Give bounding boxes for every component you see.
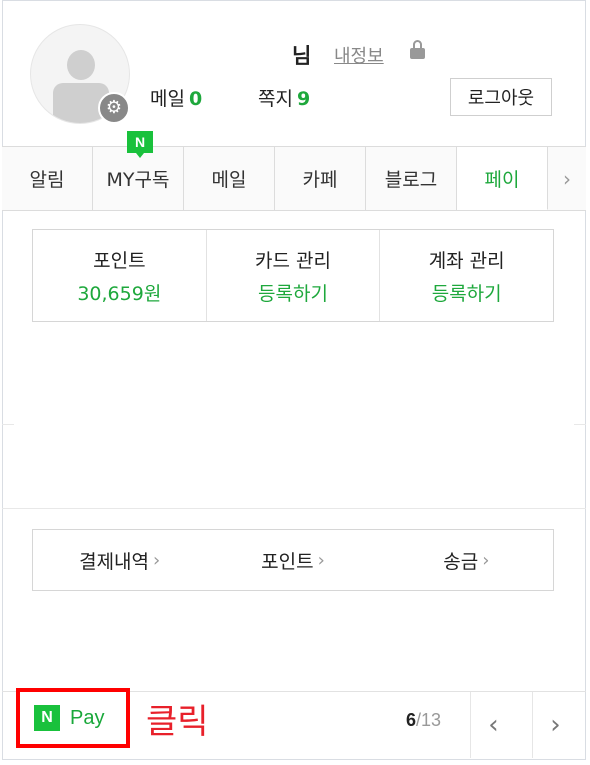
mail-stat[interactable]: 메일 0 <box>150 84 202 111</box>
myinfo-link[interactable]: 내정보 <box>334 42 384 68</box>
tabs-next-icon[interactable]: › <box>548 147 586 210</box>
naver-logo-icon: N <box>34 705 60 731</box>
card-manage-label: 카드 관리 <box>255 249 331 272</box>
service-tabs: 알림 MY구독 메일 카페 블로그 페이 › <box>2 146 586 211</box>
payment-history-link[interactable]: 결제내역 › <box>33 530 206 590</box>
divider <box>2 424 14 425</box>
tab-cafe[interactable]: 카페 <box>275 147 366 210</box>
tab-blog[interactable]: 블로그 <box>366 147 457 210</box>
note-stat[interactable]: 쪽지 9 <box>258 84 310 111</box>
username: 님 <box>292 44 312 68</box>
point-value: 30,659원 <box>77 282 162 305</box>
note-label: 쪽지 <box>258 88 293 110</box>
mail-label: 메일 <box>150 88 185 110</box>
npay-button[interactable]: N Pay <box>16 688 130 748</box>
npay-label: Pay <box>70 706 105 729</box>
point-link[interactable]: 포인트 › <box>206 530 379 590</box>
account-register-link[interactable]: 등록하기 <box>432 279 502 306</box>
point-cell[interactable]: 포인트 30,659원 <box>33 230 207 321</box>
tab-alarm[interactable]: 알림 <box>2 147 93 210</box>
note-count: 9 <box>296 88 311 110</box>
chevron-left-icon[interactable]: ‹ <box>470 692 516 758</box>
tab-pay[interactable]: 페이 <box>457 147 548 210</box>
tab-mail[interactable]: 메일 <box>184 147 275 210</box>
divider <box>2 508 586 509</box>
point-label: 포인트 <box>93 249 146 272</box>
logout-button[interactable]: 로그아웃 <box>450 78 552 116</box>
chevron-right-icon: › <box>153 549 161 571</box>
pay-links-box: 결제내역 › 포인트 › 송금 › <box>32 529 554 591</box>
transfer-link[interactable]: 송금 › <box>380 530 553 590</box>
avatar-head-shape <box>67 50 95 80</box>
point-link-label: 포인트 <box>261 550 314 573</box>
pay-summary-box: 포인트 30,659원 카드 관리 등록하기 계좌 관리 등록하기 <box>32 229 554 322</box>
transfer-label: 송금 <box>443 550 479 573</box>
page-total: /13 <box>416 710 442 730</box>
payment-history-label: 결제내역 <box>79 550 150 573</box>
page-current: 6 <box>406 710 417 730</box>
card-register-link[interactable]: 등록하기 <box>258 279 328 306</box>
chevron-right-icon: › <box>482 549 490 571</box>
mail-count: 0 <box>188 88 203 110</box>
chevron-right-icon[interactable]: › <box>532 692 578 758</box>
lock-icon <box>410 40 425 60</box>
divider <box>574 424 586 425</box>
click-annotation: 클릭 <box>146 702 209 742</box>
chevron-right-icon: › <box>317 549 325 571</box>
new-badge: N <box>127 131 153 158</box>
account-manage-cell[interactable]: 계좌 관리 등록하기 <box>380 230 553 321</box>
card-manage-cell[interactable]: 카드 관리 등록하기 <box>207 230 381 321</box>
gear-icon[interactable]: ⚙ <box>98 92 130 124</box>
account-manage-label: 계좌 관리 <box>428 249 505 272</box>
page-indicator: 6/13 <box>406 710 441 731</box>
